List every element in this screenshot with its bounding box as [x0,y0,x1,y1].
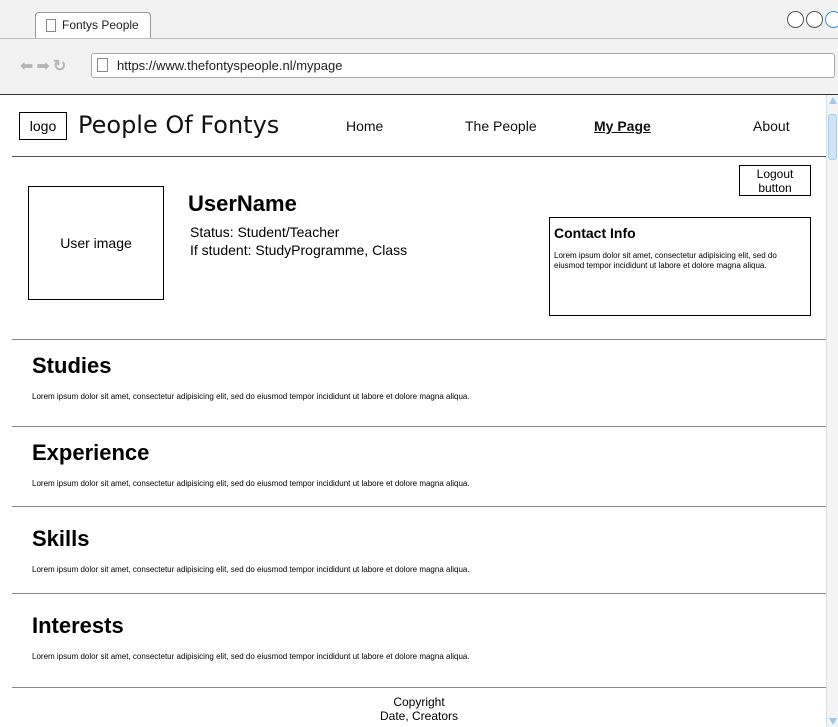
footer-copyright: Copyright [393,695,445,709]
section-experience: Experience Lorem ipsum dolor sit amet, c… [12,426,826,506]
section-title: Skills [32,526,90,551]
logout-button[interactable]: Logout button [739,165,811,196]
maximize-icon[interactable] [806,11,823,28]
url-text: https://www.thefontyspeople.nl/mypage [117,58,343,73]
section-studies: Studies Lorem ipsum dolor sit amet, cons… [12,339,826,426]
section-title: Experience [32,440,150,465]
section-text: Lorem ipsum dolor sit amet, consectetur … [32,479,470,488]
page-content: logo People Of Fontys Home The People My… [12,96,826,727]
contact-info-title: Contact Info [554,225,636,241]
nav-my-page[interactable]: My Page [594,118,651,134]
tab-strip-divider [0,38,838,39]
contact-info-text: Lorem ipsum dolor sit amet, consectetur … [554,251,777,270]
user-image: User image [28,186,164,300]
scroll-up-icon[interactable] [829,97,837,104]
nav-about[interactable]: About [753,118,790,134]
student-info: If student: StudyProgramme, Class [190,242,408,258]
site-footer: Copyright Date, Creators [12,687,826,727]
section-text: Lorem ipsum dolor sit amet, consectetur … [32,652,470,661]
tab-title: Fontys People [62,18,139,32]
address-bar[interactable]: https://www.thefontyspeople.nl/mypage [91,53,835,78]
close-icon[interactable] [825,11,838,28]
username: UserName [188,191,297,216]
forward-arrow-icon[interactable]: ➡ [36,56,49,76]
navigation-buttons: ⬅ ➡ ↻ [20,56,66,76]
page-icon [97,58,108,72]
footer-creators: Date, Creators [379,709,459,723]
minimize-icon[interactable] [787,11,804,28]
section-text: Lorem ipsum dolor sit amet, consectetur … [32,392,470,401]
section-title: Interests [32,613,124,638]
site-header: logo People Of Fontys Home The People My… [12,96,826,157]
reload-icon[interactable]: ↻ [53,56,66,76]
section-interests: Interests Lorem ipsum dolor sit amet, co… [12,593,826,687]
status-text: Status: Student/Teacher [190,224,340,240]
browser-tab[interactable]: Fontys People [35,12,151,38]
scroll-thumb[interactable] [828,114,837,160]
section-text: Lorem ipsum dolor sit amet, consectetur … [32,565,470,574]
site-title: People Of Fontys [78,111,280,139]
section-skills: Skills Lorem ipsum dolor sit amet, conse… [12,506,826,593]
user-status: Status: Student/Teacher If student: Stud… [190,223,407,259]
contact-info-box: Contact Info Lorem ipsum dolor sit amet,… [549,217,811,316]
nav-the-people[interactable]: The People [465,118,537,134]
nav-home[interactable]: Home [346,118,383,134]
scroll-down-icon[interactable] [829,718,837,725]
vertical-scrollbar[interactable] [826,95,838,727]
browser-chrome: Fontys People ⬅ ➡ ↻ https://www.thefonty… [0,0,838,95]
page-icon [46,19,56,32]
section-title: Studies [32,353,112,378]
logo[interactable]: logo [19,112,67,140]
back-arrow-icon[interactable]: ⬅ [20,56,33,76]
user-image-label: User image [60,235,132,251]
window-controls [787,11,838,28]
